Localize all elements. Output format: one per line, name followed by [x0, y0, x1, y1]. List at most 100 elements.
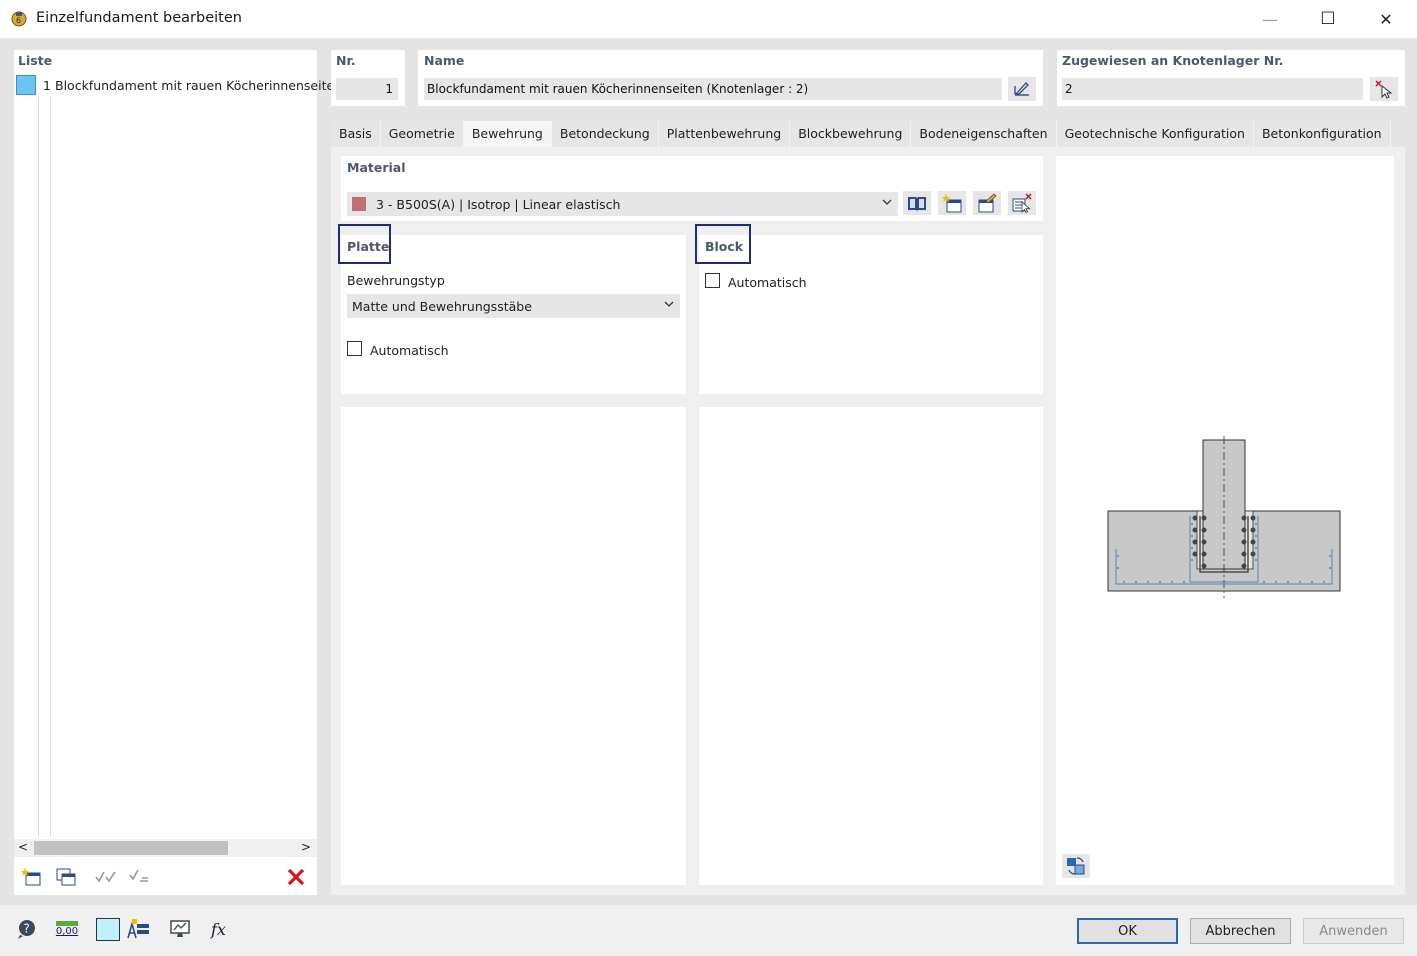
new-material-button[interactable]	[938, 191, 966, 215]
edit-material-button[interactable]	[973, 191, 1001, 215]
maximize-button[interactable]: ☐	[1299, 0, 1357, 38]
app-icon: 6	[10, 9, 28, 27]
uncheck-icon	[129, 869, 148, 882]
chevron-down-icon	[881, 196, 893, 211]
name-field[interactable]: Blockfundament mit rauen Köcherinnenseit…	[424, 78, 1002, 100]
assigned-panel: Zugewiesen an Knotenlager Nr. 2	[1057, 50, 1405, 106]
block-header: Block	[705, 239, 744, 254]
scroll-right-icon[interactable]: >	[301, 840, 311, 854]
tab-basis[interactable]: Basis	[331, 121, 381, 147]
foundation-section-drawing	[1107, 436, 1341, 598]
reinforcement-type-label: Bewehrungstyp	[347, 273, 445, 288]
library-book-icon	[908, 197, 926, 211]
pick-material-icon	[1012, 193, 1032, 213]
display-properties-icon	[127, 919, 149, 939]
svg-text:fx: fx	[210, 920, 226, 939]
material-library-button[interactable]	[903, 191, 931, 215]
formula-fx-icon: fx	[210, 920, 226, 939]
new-material-icon	[941, 194, 962, 213]
apply-button[interactable]: Anwenden	[1303, 918, 1404, 944]
block-automatic-checkbox[interactable]	[705, 273, 720, 288]
tab-bodeneigenschaften[interactable]: Bodeneigenschaften	[911, 121, 1057, 147]
platte-details-panel	[341, 407, 686, 885]
platte-panel: Platte Bewehrungstyp Matte und Bewehrung…	[338, 224, 686, 394]
material-select[interactable]: 3 - B500S(A) | Isotrop | Linear elastisc…	[347, 192, 898, 216]
material-select-value: 3 - B500S(A) | Isotrop | Linear elastisc…	[376, 196, 621, 212]
edit-name-button[interactable]	[1008, 77, 1036, 101]
platte-header: Platte	[347, 239, 390, 254]
tree-guide-line	[50, 96, 51, 836]
tree-guide-line	[38, 96, 39, 836]
tab-betondeckung[interactable]: Betondeckung	[551, 121, 659, 147]
nr-panel: Nr. 1	[331, 50, 405, 106]
list-item-color-icon	[16, 75, 36, 95]
minimize-icon: —	[1262, 9, 1278, 29]
svg-text:?: ?	[24, 922, 30, 936]
display-properties-button[interactable]	[124, 917, 152, 941]
svg-text:6: 6	[16, 16, 21, 25]
pick-node-button[interactable]	[1370, 77, 1398, 101]
check-all-icon	[95, 871, 116, 883]
close-button[interactable]: ✕	[1357, 0, 1415, 38]
block-panel: Block Automatisch	[695, 224, 1043, 394]
pick-material-button[interactable]	[1008, 191, 1036, 215]
reinforcement-type-value: Matte und Bewehrungsstäbe	[352, 298, 532, 314]
platte-automatic-label: Automatisch	[370, 343, 449, 358]
tab-geotechnische-konfiguration[interactable]: Geotechnische Konfiguration	[1056, 121, 1254, 147]
view-button[interactable]	[166, 917, 194, 941]
title-bar: 6 Einzelfundament bearbeiten — ☐ ✕	[0, 0, 1417, 38]
platte-automatic-checkbox[interactable]	[347, 341, 362, 356]
chevron-down-icon	[663, 298, 675, 313]
new-item-button[interactable]	[18, 865, 46, 889]
copy-item-button[interactable]	[52, 865, 80, 889]
horizontal-scrollbar[interactable]: < >	[14, 839, 317, 857]
block-details-panel	[699, 407, 1043, 885]
maximize-icon: ☐	[1320, 9, 1336, 29]
units-button[interactable]: 0,00	[53, 917, 81, 941]
tab-blockbewehrung[interactable]: Blockbewehrung	[790, 121, 912, 147]
check-all-button[interactable]	[92, 865, 120, 889]
preview-options-button[interactable]	[1062, 854, 1090, 878]
view-settings-icon	[1067, 857, 1085, 875]
list-item-number: 1	[43, 78, 51, 93]
help-button[interactable]: ?	[13, 917, 41, 941]
material-color-swatch	[352, 197, 366, 211]
copy-icon	[56, 868, 76, 886]
tab-betonkonfiguration[interactable]: Betonkonfiguration	[1253, 121, 1391, 147]
delete-icon	[287, 868, 305, 886]
reinforcement-type-select[interactable]: Matte und Bewehrungsstäbe	[347, 294, 680, 318]
list-item-label: Blockfundament mit rauen Köcherinnenseit…	[55, 78, 343, 93]
assigned-label: Zugewiesen an Knotenlager Nr.	[1062, 53, 1284, 68]
uncheck-all-button[interactable]	[126, 865, 154, 889]
color-button[interactable]	[96, 918, 120, 941]
monitor-icon	[170, 920, 190, 937]
assigned-field[interactable]: 2	[1062, 78, 1363, 100]
list-item[interactable]: 1 Blockfundament mit rauen Köcherinnense…	[14, 74, 342, 96]
scrollbar-thumb[interactable]	[34, 841, 228, 855]
delete-button[interactable]	[282, 865, 310, 889]
units-label: 0,00	[55, 926, 79, 937]
preview-panel	[1056, 156, 1394, 885]
material-panel: Material 3 - B500S(A) | Isotrop | Linear…	[341, 156, 1043, 221]
formula-button[interactable]: fx	[208, 917, 236, 941]
help-icon: ?	[18, 920, 35, 939]
list-panel: Liste 1 Blockfundament mit rauen Köcheri…	[14, 50, 342, 895]
scroll-left-icon[interactable]: <	[18, 840, 28, 854]
window-title: Einzelfundament bearbeiten	[36, 10, 242, 26]
nr-field[interactable]: 1	[336, 78, 398, 100]
tab-geometrie[interactable]: Geometrie	[380, 121, 464, 147]
close-icon: ✕	[1379, 9, 1393, 29]
list-header: Liste	[18, 53, 53, 68]
name-panel: Name Blockfundament mit rauen Köcherinne…	[418, 50, 1043, 106]
tab-bewehrung[interactable]: Bewehrung	[463, 121, 552, 148]
name-label: Name	[424, 53, 465, 68]
minimize-button[interactable]: —	[1241, 0, 1299, 38]
tab-bar: Basis Geometrie Bewehrung Betondeckung P…	[331, 121, 1391, 148]
new-item-icon	[21, 868, 41, 886]
pick-cursor-icon	[1375, 80, 1393, 99]
nr-label: Nr.	[336, 53, 356, 68]
cancel-button[interactable]: Abbrechen	[1190, 918, 1291, 944]
tab-plattenbewehrung[interactable]: Plattenbewehrung	[658, 121, 791, 147]
ok-button[interactable]: OK	[1077, 918, 1178, 944]
edit-material-icon	[978, 193, 997, 213]
